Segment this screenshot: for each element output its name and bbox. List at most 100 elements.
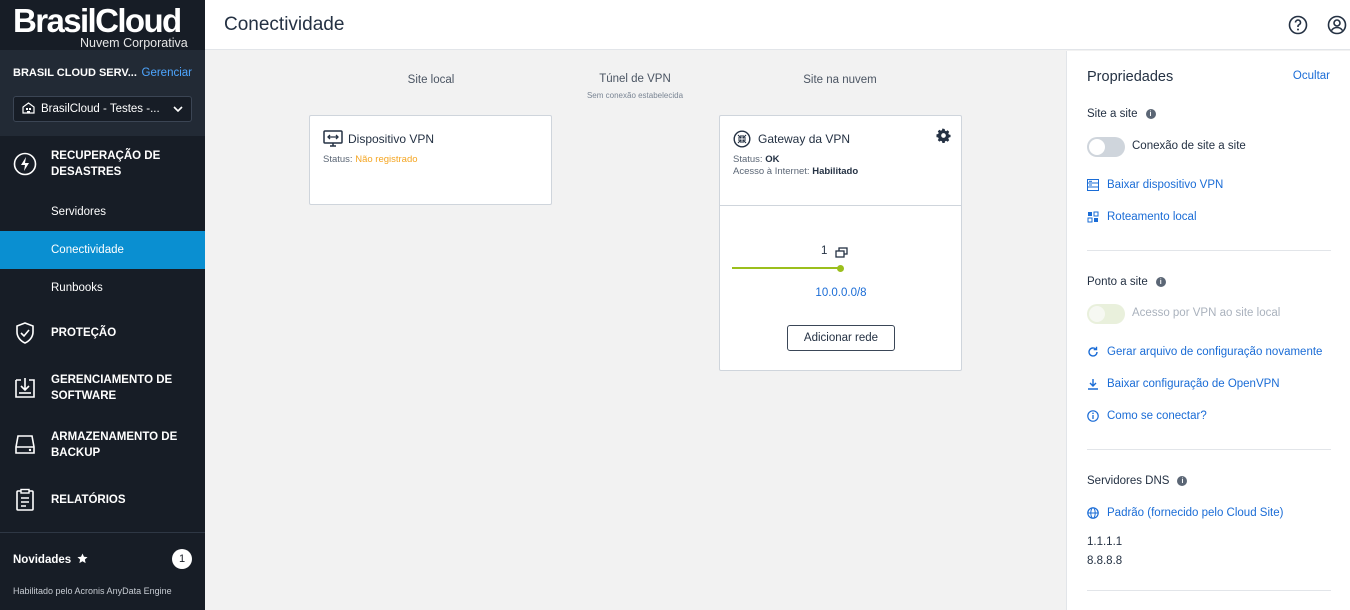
nav-relatorios-label: RELATÓRIOS bbox=[51, 494, 126, 506]
column-site-local: Site local bbox=[407, 74, 455, 86]
bolt-icon bbox=[13, 152, 37, 176]
vpn-gateway-card: Gateway da VPN Status: OK Acesso à Inter… bbox=[719, 115, 962, 371]
regenerate-config-link[interactable]: Gerar arquivo de configuração novamente bbox=[1087, 346, 1331, 358]
nav-disaster-recovery-label: RECUPERAÇÃO DE DESASTRES bbox=[51, 150, 161, 178]
dns-server-1: 1.1.1.1 bbox=[1087, 536, 1123, 548]
download-vpn-device-label: Baixar dispositivo VPN bbox=[1107, 179, 1224, 191]
nav-servidores[interactable]: Servidores bbox=[0, 193, 205, 231]
report-clipboard-icon bbox=[13, 488, 37, 512]
vpn-gateway-title: Gateway da VPN bbox=[758, 132, 851, 146]
column-vpn-tunnel: Túnel de VPN bbox=[599, 73, 671, 85]
monitor-arrows-icon bbox=[323, 130, 343, 153]
header: Conectividade bbox=[205, 0, 1350, 50]
tenant-select-value: BrasilCloud - Testes -... bbox=[41, 103, 160, 115]
info-icon[interactable]: i bbox=[1155, 277, 1166, 287]
account-icon[interactable] bbox=[1327, 15, 1347, 35]
info-circle-icon bbox=[1087, 410, 1099, 422]
status-label: Status: bbox=[323, 154, 353, 165]
download-openvpn-link[interactable]: Baixar configuração de OpenVPN bbox=[1087, 378, 1331, 390]
gateway-icon bbox=[733, 130, 751, 153]
storage-drive-icon bbox=[13, 433, 37, 457]
star-icon bbox=[77, 553, 88, 567]
nav-relatorios[interactable]: RELATÓRIOS bbox=[0, 476, 205, 524]
vpn-device-card[interactable]: Dispositivo VPN Status: Não registrado bbox=[309, 115, 552, 205]
section-divider bbox=[1087, 449, 1331, 450]
dns-default-link[interactable]: Padrão (fornecido pelo Cloud Site) bbox=[1087, 507, 1331, 519]
site-to-site-toggle-label: Conexão de site a site bbox=[1132, 140, 1246, 152]
point-to-site-section-title: Ponto a site i bbox=[1087, 276, 1166, 288]
info-icon[interactable]: i bbox=[1145, 109, 1156, 119]
engine-text: Habilitado pelo Acronis AnyData Engine bbox=[13, 586, 172, 596]
building-icon bbox=[22, 101, 35, 117]
nav-storage[interactable]: ARMAZENAMENTO DE BACKUP bbox=[0, 421, 205, 469]
globe-icon bbox=[1087, 507, 1099, 519]
gateway-internet-value: Habilitado bbox=[812, 166, 859, 177]
point-to-site-toggle[interactable] bbox=[1087, 304, 1125, 324]
nav-protecao[interactable]: PROTEÇÃO bbox=[0, 309, 205, 357]
point-to-site-toggle-label: Acesso por VPN ao site local bbox=[1132, 307, 1281, 319]
help-icon[interactable] bbox=[1288, 15, 1308, 35]
dns-server-2: 8.8.8.8 bbox=[1087, 555, 1123, 567]
nav-storage-label: ARMAZENAMENTO DE BACKUP bbox=[51, 431, 178, 459]
site-to-site-section-title: Site a site i bbox=[1087, 108, 1156, 120]
gateway-status-value: OK bbox=[765, 154, 780, 165]
manage-link[interactable]: Gerenciar bbox=[142, 67, 193, 79]
shield-check-icon bbox=[13, 321, 37, 345]
network-dot bbox=[837, 265, 844, 272]
gateway-internet: Acesso à Internet: Habilitado bbox=[733, 166, 858, 178]
tenant-panel bbox=[0, 50, 205, 136]
vpn-device-title: Dispositivo VPN bbox=[348, 132, 435, 146]
properties-panel: Propriedades Ocultar Site a site i Conex… bbox=[1066, 51, 1350, 610]
network-link[interactable]: 10.0.0.0/8 bbox=[782, 287, 900, 299]
local-routing-label: Roteamento local bbox=[1107, 211, 1197, 223]
hide-link[interactable]: Ocultar bbox=[1293, 70, 1330, 82]
page-title: Conectividade bbox=[224, 14, 345, 35]
add-network-button[interactable]: Adicionar rede bbox=[787, 325, 895, 351]
section-divider bbox=[1087, 590, 1331, 591]
network-line bbox=[732, 267, 840, 269]
nav-software[interactable]: GERENCIAMENTO DE SOFTWARE bbox=[0, 364, 205, 412]
routing-icon bbox=[1087, 211, 1099, 223]
gateway-meta: Status: OK Acesso à Internet: Habilitado bbox=[733, 154, 858, 178]
tenant-select[interactable]: BrasilCloud - Testes -... bbox=[13, 96, 192, 122]
nav-protecao-label: PROTEÇÃO bbox=[51, 327, 117, 339]
download-vpn-device-link[interactable]: Baixar dispositivo VPN bbox=[1087, 179, 1331, 191]
section-divider bbox=[1087, 250, 1331, 251]
site-to-site-toggle[interactable] bbox=[1087, 137, 1125, 157]
brand-logo[interactable]: BrasilCloud Nuvem Corporativa bbox=[13, 2, 188, 51]
nav-runbooks[interactable]: Runbooks bbox=[0, 269, 205, 307]
how-to-connect-link[interactable]: Como se conectar? bbox=[1087, 410, 1331, 422]
refresh-icon bbox=[1087, 346, 1099, 358]
card-divider bbox=[720, 205, 961, 206]
nav-software-label: GERENCIAMENTO DE SOFTWARE bbox=[51, 374, 173, 402]
networks-stack-icon bbox=[835, 246, 848, 264]
tenant-name: BRASIL CLOUD SERV... bbox=[13, 67, 137, 79]
logo-subtitle: Nuvem Corporativa bbox=[80, 36, 188, 50]
server-icon bbox=[1087, 179, 1099, 191]
logo-text: BrasilCloud bbox=[13, 2, 182, 39]
software-download-icon bbox=[13, 376, 37, 400]
sidebar-divider bbox=[0, 532, 205, 533]
nav-conectividade[interactable]: Conectividade bbox=[0, 231, 205, 269]
download-openvpn-label: Baixar configuração de OpenVPN bbox=[1107, 378, 1280, 390]
dns-default-label: Padrão (fornecido pelo Cloud Site) bbox=[1107, 507, 1284, 519]
properties-title: Propriedades bbox=[1087, 69, 1174, 85]
point-to-site-title: Ponto a site bbox=[1087, 276, 1148, 288]
news-count-badge: 1 bbox=[172, 549, 192, 569]
local-routing-link[interactable]: Roteamento local bbox=[1087, 211, 1331, 223]
gateway-status: Status: OK bbox=[733, 154, 858, 166]
tunnel-status: Sem conexão estabelecida bbox=[586, 91, 684, 100]
site-to-site-title: Site a site bbox=[1087, 108, 1138, 120]
info-icon[interactable]: i bbox=[1177, 476, 1188, 486]
news-label: Novidades bbox=[13, 554, 72, 566]
nav-disaster-recovery[interactable]: RECUPERAÇÃO DE DESASTRES bbox=[0, 140, 205, 188]
vpn-device-status: Status: Não registrado bbox=[323, 154, 418, 166]
regenerate-config-label: Gerar arquivo de configuração novamente bbox=[1107, 346, 1323, 358]
download-icon bbox=[1087, 378, 1099, 390]
gateway-status-label: Status: bbox=[733, 154, 763, 165]
how-to-connect-label: Como se conectar? bbox=[1107, 410, 1207, 422]
gear-icon[interactable] bbox=[936, 128, 951, 148]
news-link[interactable]: Novidades bbox=[13, 553, 88, 567]
chevron-down-icon bbox=[173, 103, 183, 115]
sidebar: BrasilCloud Nuvem Corporativa BRASIL CLO… bbox=[0, 0, 205, 610]
